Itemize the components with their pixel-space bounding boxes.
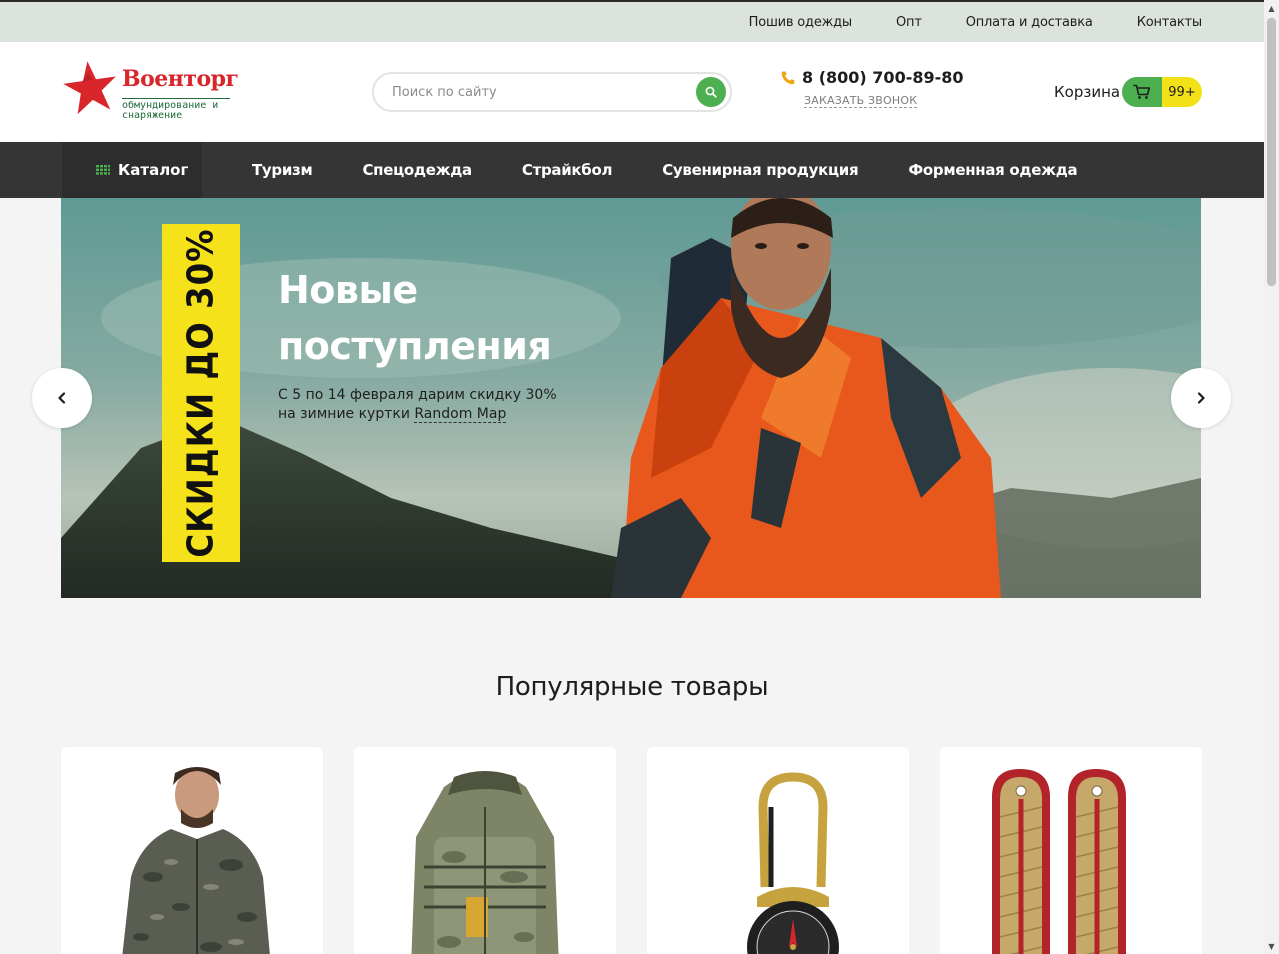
top-links: Пошив одежды Опт Оплата и доставка Конта… [749,2,1203,42]
top-utility-bar: Пошив одежды Опт Оплата и доставка Конта… [0,0,1264,42]
phone-number[interactable]: 8 (800) 700-89-80 [802,68,964,87]
cart-button[interactable]: 99+ [1122,77,1202,107]
chevron-left-icon [58,392,66,404]
phone-icon [781,71,795,85]
product-card[interactable] [354,747,616,954]
hero-title: Новые поступления [278,262,598,374]
popular-products-title: Популярные товары [495,672,769,702]
nav-item-airsoft[interactable]: Страйкбол [522,161,613,179]
search-input[interactable] [392,82,692,102]
carousel-prev-button[interactable] [32,368,92,428]
main-nav: Каталог Туризм Спецодежда Страйкбол Суве… [0,142,1264,198]
nav-item-uniforms[interactable]: Форменная одежда [908,161,1077,179]
top-link-payment-delivery[interactable]: Оплата и доставка [966,15,1093,30]
nav-items: Туризм Спецодежда Страйкбол Сувенирная п… [252,142,1078,198]
search-button[interactable] [696,77,726,107]
site-logo[interactable]: Военторг обмундирование и снаряжение [62,58,242,126]
chevron-right-icon [1197,392,1205,404]
logo-brand-name: Военторг [122,66,239,92]
scrollbar-thumb[interactable] [1267,18,1276,286]
nav-item-souvenirs[interactable]: Сувенирная продукция [662,161,858,179]
top-link-wholesale[interactable]: Опт [896,15,922,30]
callback-link[interactable]: ЗАКАЗАТЬ ЗВОНОК [804,94,918,108]
scroll-down-arrow-icon[interactable]: ▼ [1267,941,1276,951]
carabiner-compass-image [747,772,839,954]
cart-icon [1133,84,1151,99]
product-card[interactable] [61,747,323,954]
product-card[interactable] [940,747,1202,954]
hero-subtitle: С 5 по 14 февраля дарим скидку 30% на зи… [278,386,578,424]
tactical-backpack-image [411,771,559,954]
logo-divider [122,98,230,99]
shoulder-boards-image [992,769,1126,954]
grid-icon [96,165,110,175]
camo-jacket-image [122,767,270,954]
hero-banner[interactable]: СКИДКИ ДО 30% Новые поступления С 5 по 1… [61,198,1201,598]
promo-banner-badge: СКИДКИ ДО 30% [162,224,240,562]
catalog-button[interactable]: Каталог [62,142,202,198]
hero-subtitle-link[interactable]: Random Map [414,406,507,423]
site-header: Военторг обмундирование и снаряжение 8 (… [0,42,1264,142]
cart-icon-wrap [1122,77,1162,107]
search-icon [705,86,717,98]
carousel-next-button[interactable] [1171,368,1231,428]
logo-tagline: обмундирование и снаряжение [122,100,219,121]
red-star-icon [63,61,116,115]
search-box [372,72,732,112]
cart-label[interactable]: Корзина [1054,83,1120,101]
product-card[interactable] [647,747,909,954]
top-link-tailoring[interactable]: Пошив одежды [749,15,853,30]
cart-count-badge: 99+ [1162,77,1202,107]
catalog-label: Каталог [118,161,189,179]
scroll-up-arrow-icon[interactable]: ▲ [1267,3,1276,13]
promo-text: СКИДКИ ДО 30% [180,228,222,558]
hero-title-line-2: поступления [278,324,552,368]
nav-item-tourism[interactable]: Туризм [252,161,313,179]
nav-item-workwear[interactable]: Спецодежда [362,161,472,179]
hero-title-line-1: Новые [278,268,418,312]
page-scrollbar[interactable]: ▲ ▼ [1264,0,1279,954]
top-link-contacts[interactable]: Контакты [1137,15,1203,30]
